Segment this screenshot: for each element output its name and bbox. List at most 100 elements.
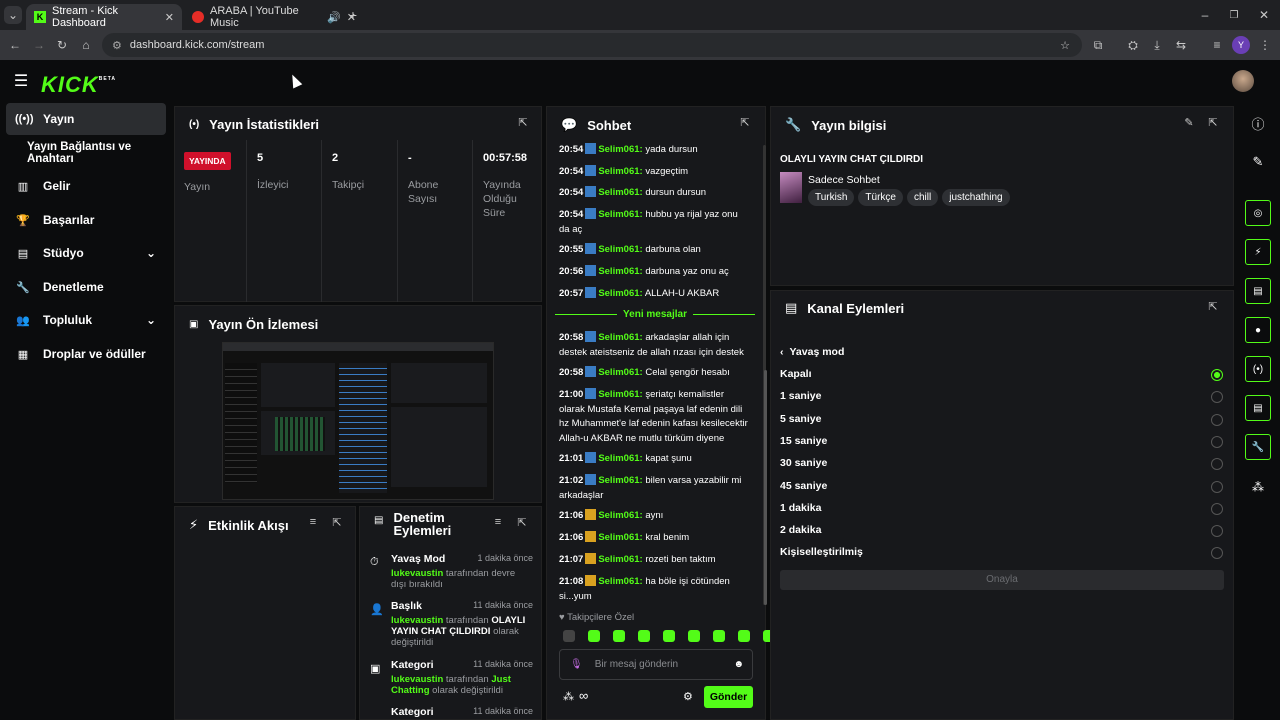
slow-mode-radio[interactable] <box>1211 480 1223 493</box>
emote-icon[interactable] <box>613 630 625 642</box>
filter-icon[interactable]: ≡ <box>305 516 321 532</box>
site-info-icon[interactable]: ⚙ <box>112 39 122 52</box>
minimize-icon[interactable]: – <box>1196 6 1214 24</box>
sidebar-item-studyo[interactable]: ▤ Stüdyo ⌄ <box>6 237 166 269</box>
info-icon[interactable]: ⓘ <box>1249 114 1267 132</box>
speaker-icon[interactable]: 🔊 <box>327 11 341 24</box>
reload-icon[interactable]: ↻ <box>53 36 71 54</box>
popout-icon[interactable]: ⇱ <box>515 116 531 132</box>
close-window-icon[interactable]: ✕ <box>1255 6 1273 24</box>
chat-username[interactable]: Selim061: <box>598 166 642 177</box>
chat-username[interactable]: Selim061: <box>598 209 642 220</box>
new-tab-icon[interactable]: + <box>344 6 362 24</box>
mod-user[interactable]: lukevaustin <box>391 568 443 579</box>
chat-bubble-icon[interactable]: ● <box>1245 317 1271 343</box>
chat-username[interactable]: Selim061: <box>598 244 642 255</box>
tag-chip[interactable]: chill <box>906 189 939 206</box>
address-bar[interactable]: ⚙ dashboard.kick.com/stream ☆ <box>102 33 1082 57</box>
emote-icon[interactable] <box>738 630 750 642</box>
sidebar-item-topluluk[interactable]: 👥 Topluluk ⌄ <box>6 304 166 336</box>
maximize-icon[interactable]: ❐ <box>1225 6 1243 24</box>
chat-username[interactable]: Selim061: <box>598 187 642 198</box>
emote-icon[interactable] <box>688 630 700 642</box>
sidebar-item-yayin[interactable]: ((•)) Yayın <box>6 103 166 135</box>
mod-user[interactable]: lukevaustin <box>391 615 443 626</box>
emote-icon[interactable] <box>713 630 725 642</box>
user-avatar[interactable] <box>1232 70 1254 92</box>
home-icon[interactable]: ⌂ <box>77 36 95 54</box>
extensions-icon[interactable]: ⧉ <box>1089 36 1107 54</box>
chat-username[interactable]: Selim061: <box>598 532 642 543</box>
emote-icon[interactable] <box>663 630 675 642</box>
chat-username[interactable]: Selim061: <box>598 288 642 299</box>
document-icon[interactable]: ▤ <box>1245 278 1271 304</box>
category-name[interactable]: Sadece Sohbet <box>808 174 880 186</box>
edit-pencil-icon[interactable]: ✎ <box>1181 116 1197 132</box>
popout-icon[interactable]: ⇱ <box>1205 300 1221 316</box>
slow-mode-radio[interactable] <box>1211 413 1223 426</box>
slow-mode-radio[interactable] <box>1211 369 1223 381</box>
chat-username[interactable]: Selim061: <box>598 144 642 155</box>
tag-chip[interactable]: Türkçe <box>858 189 903 206</box>
translate-icon[interactable]: ⇆ <box>1172 36 1190 54</box>
popout-icon[interactable]: ⇱ <box>514 516 530 532</box>
filter-icon[interactable]: ≡ <box>490 516 506 532</box>
slow-mode-option-label[interactable]: 5 saniye <box>780 413 821 425</box>
emote-icon[interactable] <box>563 630 575 642</box>
slow-mode-option-label[interactable]: Kapalı <box>780 368 812 380</box>
sidebar-item-stream-key[interactable]: Yayın Bağlantısı ve Anahtarı <box>6 137 176 169</box>
slow-mode-option-label[interactable]: 1 dakika <box>780 502 821 514</box>
slow-mode-option-label[interactable]: 45 saniye <box>780 480 827 492</box>
send-button[interactable]: Gönder <box>704 686 753 708</box>
download-icon[interactable]: ⤓ <box>1148 36 1166 54</box>
popout-icon[interactable]: ⇱ <box>1205 116 1221 132</box>
chat-username[interactable]: Selim061: <box>598 475 642 486</box>
wrench-icon[interactable]: 🔧 <box>1245 434 1271 460</box>
slow-mode-radio[interactable] <box>1211 525 1223 538</box>
emote-icon[interactable] <box>638 630 650 642</box>
browser-tab-youtube[interactable]: ARABA | YouTube Music 🔊 ✕ <box>184 4 364 30</box>
extension-icon[interactable]: ⛭ <box>1124 36 1142 54</box>
focus-icon[interactable]: ◎ <box>1245 200 1271 226</box>
slow-mode-radio[interactable] <box>1211 435 1223 448</box>
profile-avatar[interactable]: Y <box>1232 36 1250 54</box>
slow-mode-option-label[interactable]: 15 saniye <box>780 435 827 447</box>
chat-username[interactable]: Selim061: <box>598 453 642 464</box>
back-icon[interactable]: ← <box>6 36 24 54</box>
slow-mode-option-label[interactable]: 2 dakika <box>780 524 821 536</box>
chat-username[interactable]: Selim061: <box>598 389 642 400</box>
points-icon[interactable]: ⁂ <box>563 690 574 703</box>
kick-logo[interactable]: KICKBETA <box>41 72 116 98</box>
broadcast-icon[interactable]: (•) <box>1245 356 1271 382</box>
chat-username[interactable]: Selim061: <box>598 332 642 343</box>
lightning-icon[interactable]: ⚡ <box>1245 239 1271 265</box>
chat-username[interactable]: Selim061: <box>598 367 642 378</box>
tab-search-icon[interactable]: ⌄ <box>4 6 22 24</box>
slow-mode-option-label[interactable]: 30 saniye <box>780 457 827 469</box>
slow-mode-back[interactable]: ‹ Yavaş mod <box>780 346 844 358</box>
tab-close-icon[interactable]: ✕ <box>165 11 174 24</box>
edit-pencil-icon[interactable]: ✎ <box>1249 153 1267 171</box>
emoji-icon[interactable]: ☻ <box>733 659 744 670</box>
channel-icon[interactable]: ▤ <box>1245 395 1271 421</box>
chat-username[interactable]: Selim061: <box>598 576 642 587</box>
points-icon[interactable]: ⁂ <box>1249 478 1267 496</box>
bookmark-star-icon[interactable]: ☆ <box>1060 39 1070 52</box>
mod-user[interactable]: lukevaustin <box>391 674 443 685</box>
mic-icon[interactable]: 🎙 <box>570 659 583 670</box>
tag-chip[interactable]: justchathing <box>942 189 1010 206</box>
menu-kebab-icon[interactable]: ⋮ <box>1256 36 1274 54</box>
stream-preview-video[interactable] <box>222 342 494 500</box>
confirm-button[interactable]: Onayla <box>780 570 1224 590</box>
chat-input[interactable]: 🎙 Bir mesaj gönderin ☻ <box>559 649 753 680</box>
slow-mode-radio[interactable] <box>1211 502 1223 515</box>
slow-mode-option-label[interactable]: Kişiselleştirilmiş <box>780 546 863 558</box>
forward-icon[interactable]: → <box>30 36 48 54</box>
hamburger-menu-icon[interactable]: ☰ <box>12 72 30 90</box>
sidebar-item-gelir[interactable]: ▥ Gelir <box>6 170 166 202</box>
popout-icon[interactable]: ⇱ <box>737 116 753 132</box>
channel-scrollbar[interactable] <box>764 370 767 605</box>
tag-chip[interactable]: Turkish <box>808 189 855 206</box>
popout-icon[interactable]: ⇱ <box>329 516 345 532</box>
emote-icon[interactable] <box>588 630 600 642</box>
